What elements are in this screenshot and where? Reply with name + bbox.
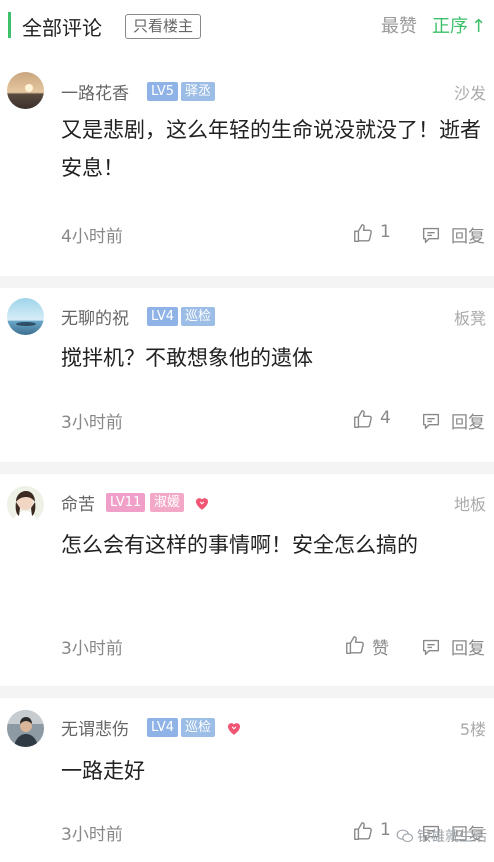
floor-label: 沙发 <box>453 84 486 103</box>
wechat-icon <box>396 829 413 843</box>
watermark-text: 银雄就生活 <box>417 829 487 845</box>
avatar[interactable] <box>7 298 44 335</box>
reply-label: 回复 <box>451 639 485 659</box>
avatar[interactable] <box>7 72 44 109</box>
username[interactable]: 命苦 <box>61 490 95 515</box>
like-count: 赞 <box>372 639 389 659</box>
sort-by-likes-tab[interactable]: 最赞 <box>381 12 417 38</box>
heart-icon <box>196 498 208 510</box>
comment-item: 无聊的祝 LV4 巡检 板凳 搅拌机？不敢想象他的遗体 3小时前 4 回复 <box>0 288 494 462</box>
avatar[interactable] <box>7 710 44 747</box>
divider <box>0 686 494 698</box>
comment-time: 3小时前 <box>61 825 123 845</box>
username[interactable]: 一路花香 <box>61 79 129 104</box>
level-badge: LV4 <box>147 718 178 737</box>
floor-label: 5楼 <box>459 720 486 739</box>
comment-content: 怎么会有这样的事情啊！安全怎么搞的 <box>61 533 418 557</box>
level-badge: LV4 <box>147 307 178 326</box>
heart-icon <box>228 723 240 735</box>
like-count: 1 <box>380 222 391 242</box>
comment-time: 3小时前 <box>61 413 123 433</box>
divider <box>0 462 494 474</box>
reply-button[interactable]: 回复 <box>420 634 490 659</box>
reply-label: 回复 <box>451 413 485 433</box>
comment-icon <box>422 227 440 244</box>
username[interactable]: 无谓悲伤 <box>61 715 129 740</box>
divider <box>0 276 494 288</box>
comment-time: 3小时前 <box>61 639 123 659</box>
like-count: 1 <box>380 820 391 840</box>
username[interactable]: 无聊的祝 <box>61 304 129 329</box>
reply-label: 回复 <box>451 227 485 247</box>
sort-time-label: 正序 <box>432 16 468 37</box>
section-title: 全部评论 <box>22 16 102 40</box>
floor-label: 地板 <box>453 495 486 514</box>
sort-by-time-tab[interactable]: 正序 ↑ <box>432 12 486 38</box>
role-badge: 巡检 <box>181 718 216 737</box>
avatar[interactable] <box>7 486 44 523</box>
role-badge: 淑媛 <box>150 493 185 512</box>
comment-content: 又是悲剧，这么年轻的生命说没就没了！逝者安息！ <box>61 118 481 180</box>
level-badge: LV5 <box>147 82 178 101</box>
thumbs-up-icon <box>354 410 372 428</box>
comment-item: 一路花香 LV5 驿丞 沙发 又是悲剧，这么年轻的生命说没就没了！逝者安息！ 4… <box>0 52 494 276</box>
comment-time: 4小时前 <box>61 227 123 247</box>
reply-button[interactable]: 回复 <box>420 408 490 433</box>
floor-label: 板凳 <box>453 309 486 328</box>
comments-header: 全部评论 只看楼主 最赞 正序 ↑ <box>0 0 494 52</box>
comment-icon <box>422 413 440 430</box>
watermark: 银雄就生活 <box>396 826 487 846</box>
thumbs-up-icon <box>346 636 364 654</box>
comment-content: 一路走好 <box>61 759 145 783</box>
comment-content: 搅拌机？不敢想象他的遗体 <box>61 346 313 370</box>
only-host-button[interactable]: 只看楼主 <box>125 14 202 39</box>
like-button[interactable]: 1 <box>352 820 392 844</box>
arrow-up-icon: ↑ <box>471 16 487 37</box>
like-button[interactable]: 4 <box>352 408 392 432</box>
header-accent-bar <box>8 12 11 38</box>
role-badge: 巡检 <box>181 307 216 326</box>
like-button[interactable]: 1 <box>352 222 392 246</box>
like-count: 4 <box>380 408 391 428</box>
comment-item: 命苦 LV11 淑媛 地板 怎么会有这样的事情啊！安全怎么搞的 3小时前 赞 回… <box>0 474 494 686</box>
comment-icon <box>422 639 440 656</box>
role-badge: 驿丞 <box>181 82 216 101</box>
like-button[interactable]: 赞 <box>344 634 394 659</box>
thumbs-up-icon <box>354 822 372 840</box>
level-badge: LV11 <box>106 493 146 512</box>
reply-button[interactable]: 回复 <box>420 222 490 247</box>
thumbs-up-icon <box>354 224 372 242</box>
